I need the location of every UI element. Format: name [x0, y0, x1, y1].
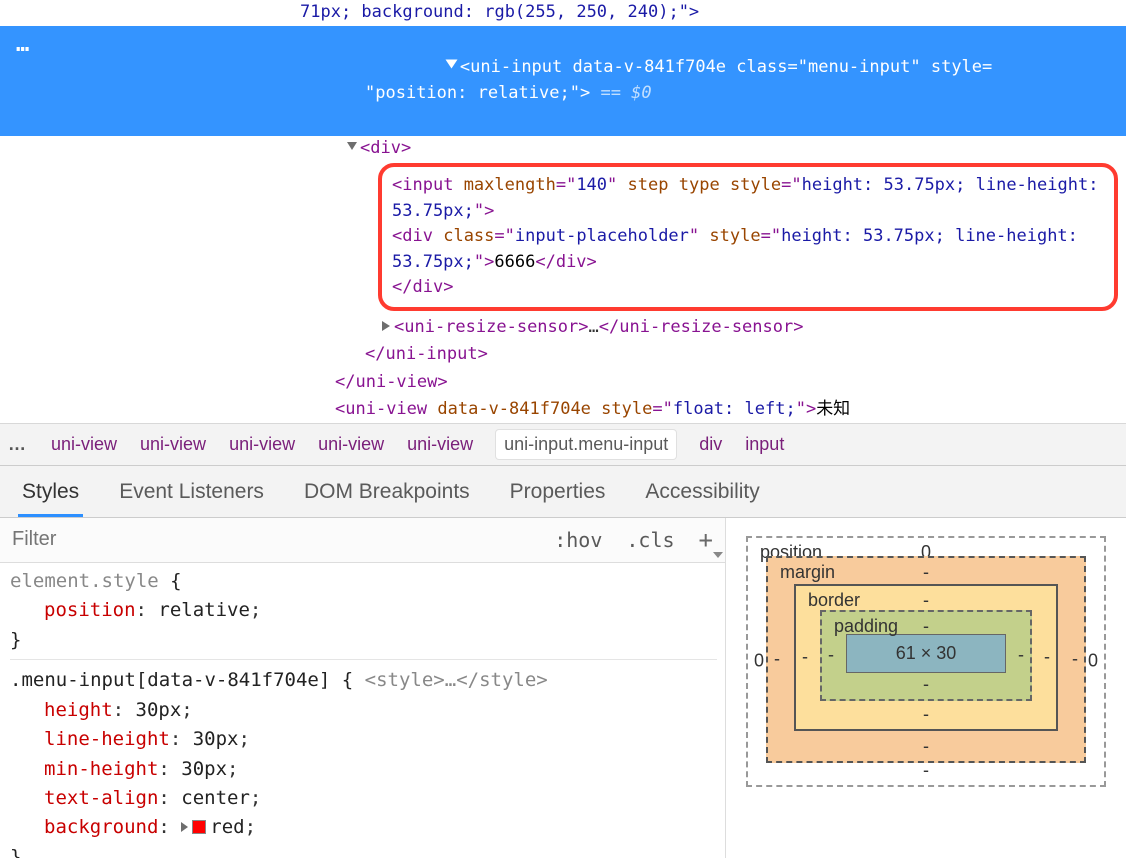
input-node[interactable]: <input maxlength="140" step type style="…	[392, 173, 1104, 224]
close-uni-view[interactable]: </uni-view>	[0, 369, 1126, 396]
breadcrumb-bar: … uni-view uni-view uni-view uni-view un…	[0, 423, 1126, 466]
breadcrumb-item[interactable]: input	[745, 434, 784, 455]
padding-label: padding	[834, 616, 898, 637]
breadcrumb-item-selected[interactable]: uni-input.menu-input	[496, 430, 676, 459]
box-model-panel: position 0 0 0 - margin - - - - border -	[726, 518, 1126, 858]
elements-dom-tree[interactable]: 71px; background: rgb(255, 250, 240);"> …	[0, 0, 1126, 423]
menu-input-rule[interactable]: .menu-input[data-v-841f704e] { <style>…<…	[10, 666, 717, 858]
expand-triangle-icon[interactable]	[347, 142, 357, 150]
padding-top: -	[923, 616, 929, 637]
tab-dom-breakpoints[interactable]: DOM Breakpoints	[300, 474, 474, 517]
hov-toggle-button[interactable]: :hov	[542, 520, 614, 560]
resize-sensor-node[interactable]: <uni-resize-sensor>…</uni-resize-sensor>	[348, 313, 1126, 342]
tab-accessibility[interactable]: Accessibility	[641, 474, 763, 517]
close-div-node[interactable]: </div>	[392, 275, 1104, 301]
collapse-triangle-icon[interactable]	[382, 321, 390, 331]
border-left: -	[802, 647, 808, 668]
next-sibling-node[interactable]: <uni-view data-v-841f704e style="float: …	[0, 396, 1126, 423]
breadcrumb-item[interactable]: uni-view	[229, 434, 295, 455]
close-uni-input[interactable]: </uni-input>	[0, 341, 1126, 368]
selected-node-row[interactable]: … <uni-input data-v-841f704e class="menu…	[0, 26, 1126, 136]
margin-bottom: -	[923, 736, 929, 757]
box-model-border[interactable]: border - - - - padding - - - -	[794, 584, 1058, 731]
placeholder-div-node[interactable]: <div class="input-placeholder" style="he…	[392, 224, 1104, 275]
breadcrumb-item[interactable]: div	[699, 434, 722, 455]
tab-event-listeners[interactable]: Event Listeners	[115, 474, 268, 517]
code-line-prev: 71px; background: rgb(255, 250, 240);">	[0, 0, 1126, 26]
breadcrumb-item[interactable]: uni-view	[407, 434, 473, 455]
styles-panel: :hov .cls + element.style { position: re…	[0, 518, 726, 858]
position-bottom: -	[923, 760, 929, 781]
css-rules-list: element.style { position: relative; } .m…	[0, 563, 725, 858]
border-label: border	[808, 590, 860, 611]
margin-label: margin	[780, 562, 835, 583]
margin-right: -	[1072, 649, 1078, 670]
expand-triangle-icon[interactable]	[181, 822, 188, 832]
border-bottom: -	[923, 704, 929, 725]
position-right: 0	[1088, 651, 1098, 672]
box-model-padding[interactable]: padding - - - - 61 × 30	[820, 610, 1032, 701]
gutter-ellipsis-icon: …	[16, 32, 32, 57]
position-left: 0	[754, 651, 764, 672]
margin-left: -	[774, 649, 780, 670]
color-swatch-icon[interactable]	[192, 820, 206, 834]
new-style-rule-button[interactable]: +	[687, 518, 725, 562]
breadcrumb-item[interactable]: uni-view	[140, 434, 206, 455]
expand-triangle-icon[interactable]	[445, 60, 457, 69]
border-right: -	[1044, 647, 1050, 668]
inner-div-open[interactable]: <div>	[348, 136, 1126, 162]
box-model-margin[interactable]: margin - - - - border - - - - paddin	[766, 556, 1086, 763]
margin-top: -	[923, 562, 929, 583]
side-panel-tabs: Styles Event Listeners DOM Breakpoints P…	[0, 466, 1126, 518]
element-style-rule[interactable]: element.style { position: relative; }	[10, 567, 717, 660]
padding-right: -	[1018, 645, 1024, 666]
border-top: -	[923, 590, 929, 611]
box-model-position[interactable]: position 0 0 0 - margin - - - - border -	[746, 536, 1106, 787]
breadcrumb-overflow-icon[interactable]: …	[8, 434, 28, 455]
breadcrumb-item[interactable]: uni-view	[51, 434, 117, 455]
highlight-box: <input maxlength="140" step type style="…	[378, 163, 1118, 311]
cls-toggle-button[interactable]: .cls	[614, 520, 686, 560]
padding-left: -	[828, 645, 834, 666]
styles-filter-input[interactable]	[0, 518, 542, 561]
padding-bottom: -	[923, 674, 929, 695]
breadcrumb-item[interactable]: uni-view	[318, 434, 384, 455]
tab-styles[interactable]: Styles	[18, 474, 83, 517]
styles-filter-bar: :hov .cls +	[0, 518, 725, 563]
box-model-content[interactable]: 61 × 30	[846, 634, 1006, 673]
tab-properties[interactable]: Properties	[506, 474, 610, 517]
